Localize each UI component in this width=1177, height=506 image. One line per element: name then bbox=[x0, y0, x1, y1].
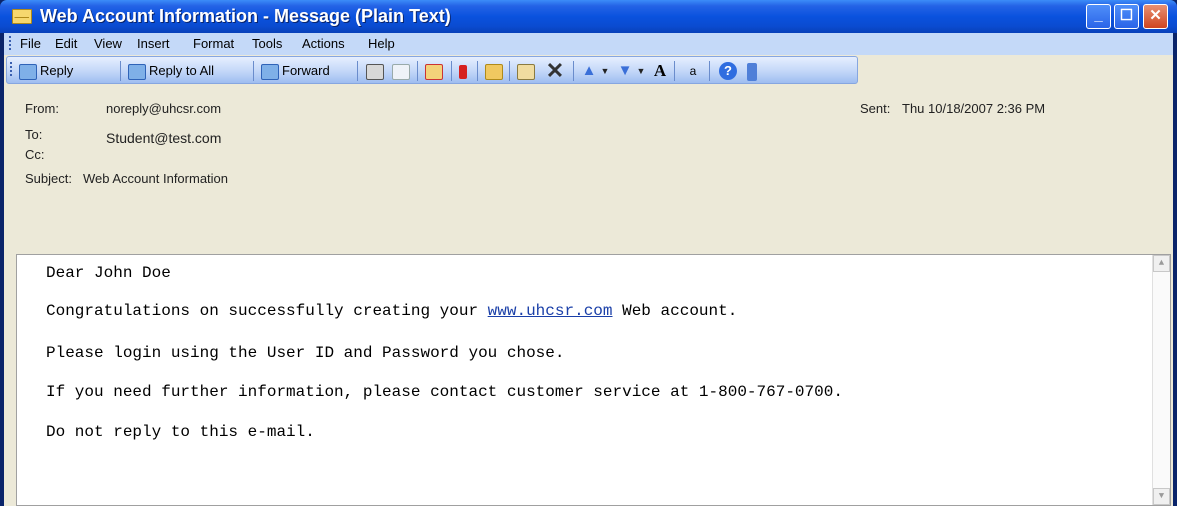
body-line1-post: Web account. bbox=[612, 302, 738, 320]
toolbar-separator bbox=[417, 61, 418, 81]
menu-format[interactable]: Format bbox=[193, 36, 234, 51]
toolbar-separator bbox=[509, 61, 510, 81]
from-value[interactable]: noreply@uhcsr.com bbox=[106, 101, 221, 116]
menu-file[interactable]: File bbox=[20, 36, 41, 51]
reply-label: Reply bbox=[40, 63, 74, 78]
toolbar-separator bbox=[573, 61, 574, 81]
to-value[interactable]: Student@test.com bbox=[106, 130, 221, 146]
outlook-message-window: Web Account Information - Message (Plain… bbox=[0, 0, 1177, 506]
standard-toolbar: Reply Reply to All Forward ✕ ▲ ▼ ▼ ▼ A a… bbox=[6, 56, 858, 84]
sent-label: Sent: bbox=[860, 101, 891, 116]
reply-button[interactable]: Reply bbox=[19, 61, 73, 81]
window-title: Web Account Information - Message (Plain… bbox=[40, 6, 451, 26]
copy-button[interactable] bbox=[392, 61, 413, 81]
window-client-area: File Edit View Insert Format Tools Actio… bbox=[4, 33, 1173, 506]
reply-all-label: Reply to All bbox=[149, 63, 215, 78]
scroll-down-icon[interactable]: ▼ bbox=[1153, 488, 1170, 505]
subject-label: Subject: bbox=[25, 171, 72, 186]
toolbar-options-icon[interactable] bbox=[747, 63, 757, 81]
categorize-icon bbox=[517, 63, 535, 80]
body-greeting: Dear John Doe bbox=[46, 264, 171, 282]
menu-grip-icon[interactable] bbox=[9, 36, 14, 50]
reply-all-button[interactable]: Reply to All bbox=[128, 61, 214, 81]
print-button[interactable] bbox=[366, 61, 387, 81]
forward-button[interactable]: Forward bbox=[261, 61, 330, 81]
copy-icon bbox=[392, 63, 410, 80]
toolbar-separator bbox=[357, 61, 358, 81]
toolbar-grip-icon[interactable] bbox=[10, 62, 15, 76]
body-line-contact: If you need further information, please … bbox=[46, 383, 843, 401]
toolbar-separator bbox=[709, 61, 710, 81]
scroll-up-icon[interactable]: ▲ bbox=[1153, 255, 1170, 272]
delete-message-button[interactable] bbox=[425, 61, 446, 81]
menu-insert[interactable]: Insert bbox=[137, 36, 170, 51]
message-body[interactable]: Dear John Doe Congratulations on success… bbox=[16, 254, 1171, 506]
categorize-button[interactable] bbox=[517, 61, 538, 81]
delete-message-icon bbox=[425, 63, 443, 80]
toolbar-separator bbox=[674, 61, 675, 81]
to-label: To: bbox=[25, 127, 43, 142]
next-dropdown-icon[interactable]: ▼ bbox=[636, 61, 646, 81]
toolbar-separator bbox=[477, 61, 478, 81]
toolbar-separator bbox=[120, 61, 121, 81]
toolbar-separator bbox=[451, 61, 452, 81]
next-item-icon[interactable]: ▼ bbox=[617, 61, 633, 81]
maximize-button[interactable]: ☐ bbox=[1114, 4, 1139, 29]
message-header: From: noreply@uhcsr.com Sent: Thu 10/18/… bbox=[4, 90, 1173, 245]
toolbar-separator bbox=[253, 61, 254, 81]
help-icon[interactable]: ? bbox=[719, 62, 737, 80]
translate-icon[interactable]: a bbox=[682, 61, 704, 81]
body-line1-pre: Congratulations on successfully creating… bbox=[46, 302, 488, 320]
cc-label: Cc: bbox=[25, 147, 45, 162]
close-button[interactable]: ✕ bbox=[1143, 4, 1168, 29]
delete-icon[interactable]: ✕ bbox=[545, 60, 565, 82]
sent-value: Thu 10/18/2007 2:36 PM bbox=[902, 101, 1046, 116]
title-bar[interactable]: Web Account Information - Message (Plain… bbox=[0, 0, 1177, 33]
menu-edit[interactable]: Edit bbox=[55, 36, 77, 51]
subject-value: Web Account Information bbox=[83, 171, 229, 186]
menu-view[interactable]: View bbox=[94, 36, 122, 51]
flag-button[interactable] bbox=[459, 61, 470, 81]
website-link[interactable]: www.uhcsr.com bbox=[488, 302, 613, 320]
vertical-scrollbar[interactable]: ▲ ▼ bbox=[1152, 255, 1170, 505]
forward-label: Forward bbox=[282, 63, 330, 78]
body-line-congratulations: Congratulations on successfully creating… bbox=[46, 302, 737, 320]
menu-help[interactable]: Help bbox=[368, 36, 395, 51]
previous-dropdown-icon[interactable]: ▼ bbox=[600, 61, 610, 81]
menu-actions[interactable]: Actions bbox=[302, 36, 345, 51]
menu-tools[interactable]: Tools bbox=[252, 36, 282, 51]
move-to-folder-button[interactable] bbox=[485, 61, 506, 81]
forward-icon bbox=[261, 63, 279, 80]
minimize-button[interactable]: _ bbox=[1086, 4, 1111, 29]
reply-icon bbox=[19, 63, 37, 80]
move-folder-icon bbox=[485, 63, 503, 80]
flag-icon bbox=[459, 64, 467, 79]
from-label: From: bbox=[25, 101, 59, 116]
body-line-noreply: Do not reply to this e-mail. bbox=[46, 423, 315, 441]
menu-bar: File Edit View Insert Format Tools Actio… bbox=[4, 33, 1173, 55]
reply-all-icon bbox=[128, 63, 146, 80]
font-size-icon[interactable]: A bbox=[652, 61, 668, 81]
print-icon bbox=[366, 63, 384, 80]
body-line-login: Please login using the User ID and Passw… bbox=[46, 344, 565, 362]
envelope-icon bbox=[12, 9, 32, 24]
previous-item-icon[interactable]: ▲ bbox=[581, 61, 597, 81]
